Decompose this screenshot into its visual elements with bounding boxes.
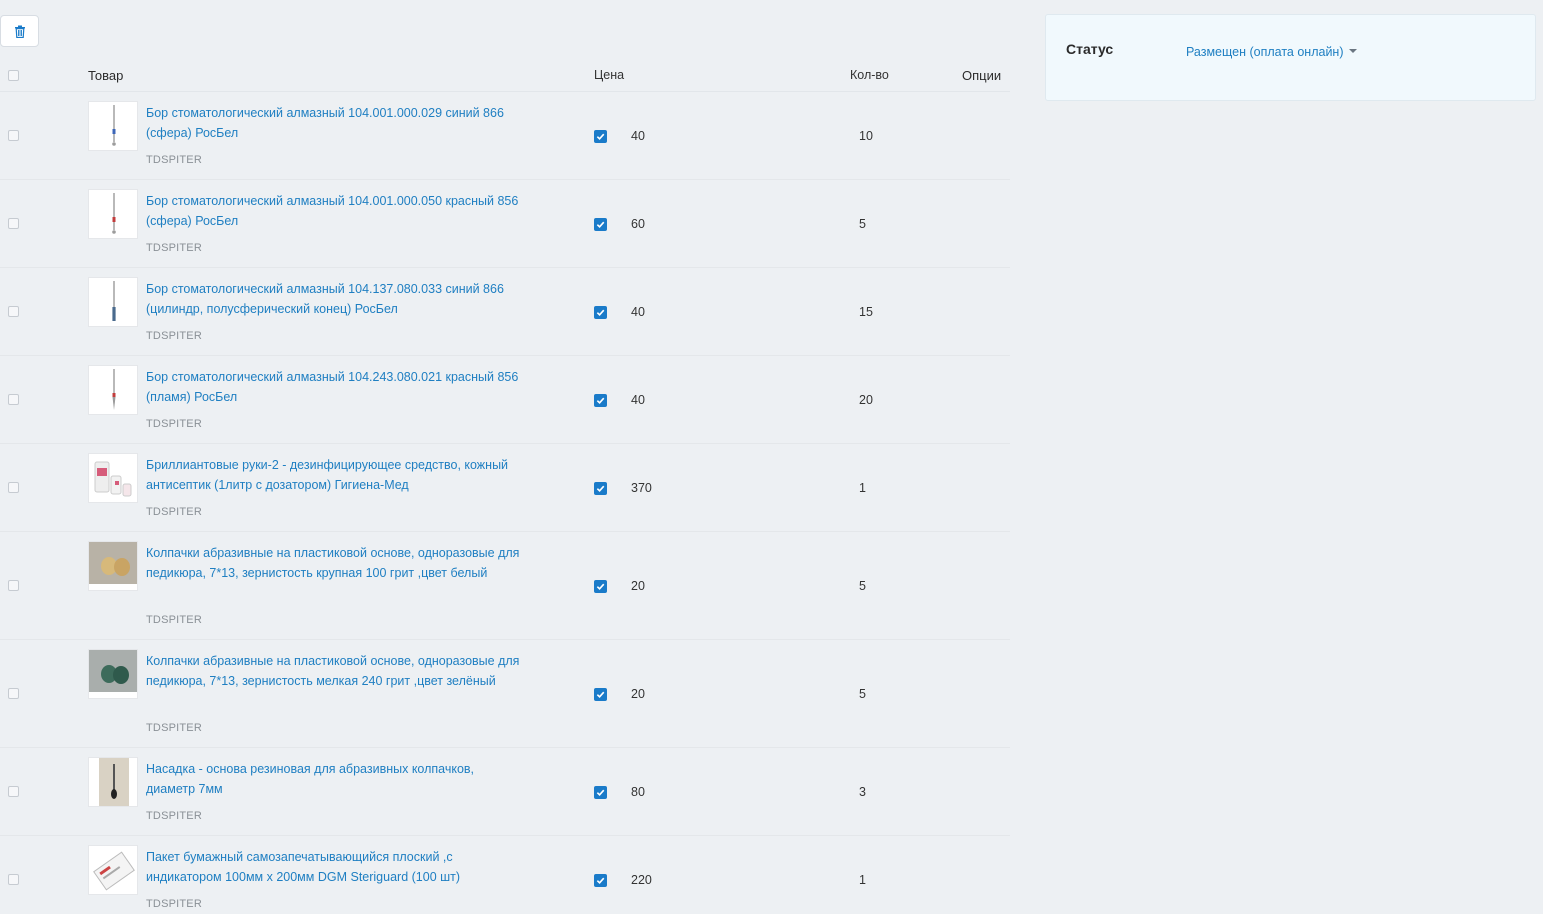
- product-vendor: TDSPITER: [146, 242, 202, 254]
- status-dropdown[interactable]: Размещен (оплата онлайн): [1186, 45, 1357, 59]
- qty-value: 15: [859, 305, 873, 319]
- product-title-link[interactable]: Бриллиантовые руки-2 - дезинфицирующее с…: [146, 455, 526, 495]
- price-value: 20: [631, 579, 645, 593]
- row-select-checkbox[interactable]: [8, 130, 19, 141]
- price-value: 60: [631, 217, 645, 231]
- product-thumbnail[interactable]: [88, 189, 138, 239]
- product-title-link[interactable]: Пакет бумажный самозапечатывающийся плос…: [146, 847, 526, 887]
- table-row: Бриллиантовые руки-2 - дезинфицирующее с…: [0, 444, 1010, 532]
- status-panel: Статус Размещен (оплата онлайн): [1045, 14, 1536, 101]
- product-thumbnail[interactable]: [88, 365, 138, 415]
- table-row: Пакет бумажный самозапечатывающийся плос…: [0, 836, 1010, 914]
- product-thumbnail[interactable]: [88, 101, 138, 151]
- product-title-link[interactable]: Бор стоматологический алмазный 104.243.0…: [146, 367, 526, 407]
- qty-value: 5: [859, 579, 866, 593]
- checkmark-icon: [596, 309, 605, 317]
- row-select-checkbox[interactable]: [8, 580, 19, 591]
- qty-value: 1: [859, 873, 866, 887]
- checkmark-icon: [596, 485, 605, 493]
- product-vendor: TDSPITER: [146, 154, 202, 166]
- product-thumbnail[interactable]: [88, 277, 138, 327]
- product-title-link[interactable]: Бор стоматологический алмазный 104.001.0…: [146, 103, 526, 143]
- price-value: 370: [631, 481, 652, 495]
- table-body: Бор стоматологический алмазный 104.001.0…: [0, 92, 1010, 914]
- table-header: Товар Цена Кол-во Опции: [0, 60, 1010, 92]
- product-title-link[interactable]: Бор стоматологический алмазный 104.001.0…: [146, 191, 526, 231]
- product-thumbnail[interactable]: [88, 649, 138, 699]
- product-vendor: TDSPITER: [146, 614, 202, 626]
- qty-value: 10: [859, 129, 873, 143]
- row-select-checkbox[interactable]: [8, 874, 19, 885]
- product-thumbnail[interactable]: [88, 845, 138, 895]
- table-row: Насадка - основа резиновая для абразивны…: [0, 748, 1010, 836]
- table-row: Колпачки абразивные на пластиковой основ…: [0, 532, 1010, 640]
- qty-value: 20: [859, 393, 873, 407]
- row-select-checkbox[interactable]: [8, 786, 19, 797]
- row-select-checkbox[interactable]: [8, 306, 19, 317]
- header-qty: Кол-во: [850, 68, 889, 82]
- price-checkbox[interactable]: [594, 394, 607, 407]
- product-vendor: TDSPITER: [146, 722, 202, 734]
- product-title-link[interactable]: Колпачки абразивные на пластиковой основ…: [146, 651, 526, 691]
- product-thumbnail[interactable]: [88, 453, 138, 503]
- product-title-link[interactable]: Колпачки абразивные на пластиковой основ…: [146, 543, 526, 583]
- price-value: 80: [631, 785, 645, 799]
- price-checkbox[interactable]: [594, 688, 607, 701]
- table-row: Колпачки абразивные на пластиковой основ…: [0, 640, 1010, 748]
- checkmark-icon: [596, 133, 605, 141]
- price-checkbox[interactable]: [594, 874, 607, 887]
- price-checkbox[interactable]: [594, 130, 607, 143]
- checkmark-icon: [596, 691, 605, 699]
- product-vendor: TDSPITER: [146, 506, 202, 518]
- row-select-checkbox[interactable]: [8, 218, 19, 229]
- qty-value: 1: [859, 481, 866, 495]
- row-select-checkbox[interactable]: [8, 482, 19, 493]
- order-items-table: Товар Цена Кол-во Опции Бор стоматологич…: [0, 60, 1010, 914]
- price-checkbox[interactable]: [594, 580, 607, 593]
- checkmark-icon: [596, 877, 605, 885]
- table-row: Бор стоматологический алмазный 104.243.0…: [0, 356, 1010, 444]
- header-price: Цена: [594, 68, 625, 82]
- price-value: 40: [631, 393, 645, 407]
- price-value: 20: [631, 687, 645, 701]
- product-vendor: TDSPITER: [146, 898, 202, 910]
- status-value: Размещен (оплата онлайн): [1186, 45, 1344, 59]
- product-thumbnail[interactable]: [88, 541, 138, 591]
- qty-value: 5: [859, 217, 866, 231]
- product-vendor: TDSPITER: [146, 418, 202, 430]
- checkmark-icon: [596, 583, 605, 591]
- header-product: Товар: [88, 68, 124, 83]
- qty-value: 5: [859, 687, 866, 701]
- select-all-checkbox[interactable]: [8, 70, 19, 81]
- row-select-checkbox[interactable]: [8, 394, 19, 405]
- table-row: Бор стоматологический алмазный 104.137.0…: [0, 268, 1010, 356]
- price-checkbox[interactable]: [594, 786, 607, 799]
- status-label: Статус: [1066, 41, 1114, 57]
- product-title-link[interactable]: Насадка - основа резиновая для абразивны…: [146, 759, 526, 799]
- qty-value: 3: [859, 785, 866, 799]
- price-checkbox[interactable]: [594, 306, 607, 319]
- price-value: 220: [631, 873, 652, 887]
- header-options: Опции: [962, 68, 1002, 83]
- delete-button[interactable]: [0, 15, 39, 47]
- table-row: Бор стоматологический алмазный 104.001.0…: [0, 180, 1010, 268]
- price-value: 40: [631, 129, 645, 143]
- product-title-link[interactable]: Бор стоматологический алмазный 104.137.0…: [146, 279, 526, 319]
- trash-icon: [14, 25, 25, 38]
- product-thumbnail[interactable]: [88, 757, 138, 807]
- checkmark-icon: [596, 789, 605, 797]
- checkmark-icon: [596, 397, 605, 405]
- price-checkbox[interactable]: [594, 218, 607, 231]
- table-row: Бор стоматологический алмазный 104.001.0…: [0, 92, 1010, 180]
- chevron-down-icon: [1348, 48, 1357, 53]
- product-vendor: TDSPITER: [146, 330, 202, 342]
- checkmark-icon: [596, 221, 605, 229]
- price-value: 40: [631, 305, 645, 319]
- price-checkbox[interactable]: [594, 482, 607, 495]
- row-select-checkbox[interactable]: [8, 688, 19, 699]
- product-vendor: TDSPITER: [146, 810, 202, 822]
